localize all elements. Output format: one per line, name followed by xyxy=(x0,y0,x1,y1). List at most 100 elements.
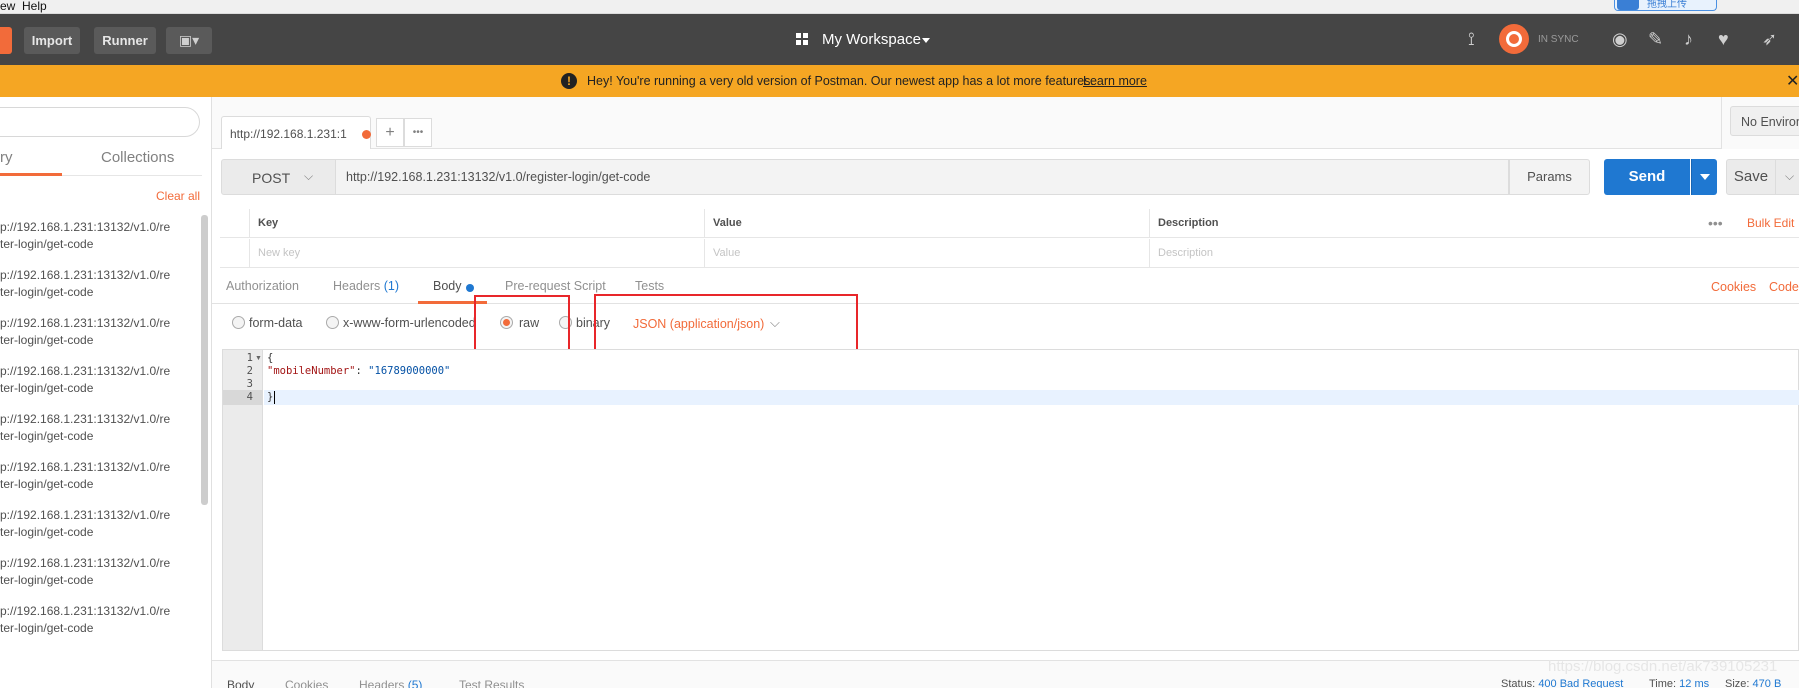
more-options-icon[interactable]: ••• xyxy=(1708,215,1723,231)
environment-select[interactable]: No Environment ⌵ xyxy=(1730,106,1799,136)
caret-down-icon xyxy=(1700,174,1710,180)
history-item[interactable]: p://192.168.1.231:13132/v1.0/re ter-login… xyxy=(0,411,198,457)
heart-icon[interactable]: ♥ xyxy=(1718,28,1729,50)
fold-arrow-icon[interactable]: ▼ xyxy=(255,355,262,362)
line-number: 4 xyxy=(246,391,253,403)
close-icon[interactable]: ✕ xyxy=(1786,71,1799,91)
environment-bar: No Environment ⌵ ◉ ⚙ xyxy=(1721,97,1799,149)
new-description-input[interactable]: Description xyxy=(1149,239,1549,268)
tab-divider xyxy=(62,175,202,176)
workspace-label: My Workspace xyxy=(822,31,921,48)
send-dropdown-button[interactable] xyxy=(1691,159,1717,195)
tab-collections[interactable]: Collections xyxy=(101,149,174,166)
code-link[interactable]: Code xyxy=(1769,280,1799,294)
history-item[interactable]: p://192.168.1.231:13132/v1.0/re ter-login… xyxy=(0,555,198,601)
form-data-radio[interactable] xyxy=(232,316,245,329)
satellite-icon[interactable]: ⟟ xyxy=(1468,28,1475,50)
params-table: Key Value Description ••• Bulk Edit New … xyxy=(212,209,1799,269)
size-readout: Size: 470 B xyxy=(1725,678,1782,688)
headers-count: (1) xyxy=(383,279,400,293)
tab-body[interactable]: Body xyxy=(433,279,462,293)
save-dropdown-button[interactable]: ⌵ xyxy=(1776,159,1799,195)
update-banner: ! Hey! You're running a very old version… xyxy=(0,65,1799,97)
response-headers-count: (5) xyxy=(407,678,423,688)
method-select[interactable]: POST ⌵ xyxy=(221,159,336,195)
new-window-button[interactable]: ▣▾ xyxy=(166,27,212,54)
tab-authorization[interactable]: Authorization xyxy=(226,279,299,293)
new-button[interactable] xyxy=(0,27,12,54)
chevron-down-icon: ⌵ xyxy=(1785,169,1795,183)
menu-view[interactable]: ew xyxy=(0,0,15,13)
form-data-label: form-data xyxy=(249,316,303,330)
environment-selected: No Environment xyxy=(1741,115,1799,129)
params-button[interactable]: Params xyxy=(1509,159,1590,195)
send-button[interactable]: Send xyxy=(1604,159,1690,195)
tab-pre-request-script[interactable]: Pre-request Script xyxy=(505,279,606,293)
postman-window: ew Help 拖拽上传 Import Runner ▣▾ My Workspa… xyxy=(0,0,1799,688)
warning-icon: ! xyxy=(561,73,577,89)
bell-icon[interactable]: ♪ xyxy=(1684,28,1693,50)
body-type-options: form-data x-www-form-urlencoded raw bina… xyxy=(212,294,1799,376)
highlight-box-raw xyxy=(474,295,570,352)
history-item[interactable]: p://192.168.1.231:13132/v1.0/re ter-login… xyxy=(0,603,198,649)
urlencoded-label: x-www-form-urlencoded xyxy=(343,316,476,330)
unsaved-dot-icon xyxy=(362,130,371,139)
history-item[interactable]: p://192.168.1.231:13132/v1.0/re ter-login… xyxy=(0,363,198,409)
add-tab-button[interactable]: + xyxy=(376,118,404,147)
tab-headers[interactable]: Headers (1) xyxy=(333,279,399,293)
sync-icon[interactable] xyxy=(1499,24,1529,54)
new-value-input[interactable]: Value xyxy=(704,239,1149,268)
response-tab-headers[interactable]: Headers (5) xyxy=(359,678,422,688)
sidebar-scrollbar[interactable] xyxy=(201,215,208,505)
text-cursor xyxy=(274,391,275,404)
request-tab-label: http://192.168.1.231:1 xyxy=(230,127,347,141)
interceptor-icon[interactable]: ◉ xyxy=(1612,28,1628,50)
history-item[interactable]: p://192.168.1.231:13132/v1.0/re ter-login… xyxy=(0,267,198,313)
upload-widget[interactable]: 拖拽上传 xyxy=(1614,0,1717,11)
status-value: 400 Bad Request xyxy=(1538,678,1624,688)
banner-message: Hey! You're running a very old version o… xyxy=(587,74,1094,88)
response-tab-cookies[interactable]: Cookies xyxy=(285,678,328,688)
menu-help[interactable]: Help xyxy=(22,0,47,13)
code-line: { xyxy=(267,352,274,364)
request-line: POST ⌵ http://192.168.1.231:13132/v1.0/r… xyxy=(212,149,1799,205)
save-button[interactable]: Save xyxy=(1726,159,1776,195)
cloud-icon xyxy=(1617,0,1639,10)
response-tab-test-results[interactable]: Test Results xyxy=(459,678,524,688)
wrench-icon[interactable]: ✎ xyxy=(1648,28,1663,50)
urlencoded-radio[interactable] xyxy=(326,316,339,329)
clear-all-link[interactable]: Clear all xyxy=(156,189,200,203)
cookies-link[interactable]: Cookies xyxy=(1711,280,1756,294)
params-header-row: Key Value Description ••• Bulk Edit xyxy=(220,209,1799,238)
sidebar-search-input[interactable] xyxy=(0,107,200,137)
rocket-icon[interactable]: ➶ xyxy=(1762,28,1777,50)
sync-status: IN SYNC xyxy=(1538,34,1579,45)
code-line: "mobileNumber": "16789000000" xyxy=(267,365,451,377)
learn-more-link[interactable]: Learn more xyxy=(1083,74,1147,88)
value-column-header: Value xyxy=(704,209,1149,238)
bulk-edit-link[interactable]: Bulk Edit xyxy=(1747,216,1794,230)
tab-options-button[interactable]: ••• xyxy=(404,118,432,147)
new-key-input[interactable]: New key xyxy=(249,239,704,268)
history-item[interactable]: p://192.168.1.231:13132/v1.0/re ter-login… xyxy=(0,315,198,361)
url-input[interactable]: http://192.168.1.231:13132/v1.0/register… xyxy=(336,159,1509,195)
tab-tests[interactable]: Tests xyxy=(635,279,664,293)
runner-button[interactable]: Runner xyxy=(94,27,156,54)
size-value: 470 B xyxy=(1752,678,1782,688)
caret-down-icon xyxy=(922,38,930,43)
history-item[interactable]: p://192.168.1.231:13132/v1.0/re ter-login… xyxy=(0,219,198,265)
import-button[interactable]: Import xyxy=(24,27,80,54)
code-line: } xyxy=(267,391,274,403)
response-tab-body[interactable]: Body xyxy=(227,678,254,688)
request-tab[interactable]: http://192.168.1.231:1 xyxy=(221,116,371,149)
watermark: https://blog.csdn.net/ak739105231 xyxy=(1548,658,1778,675)
history-item[interactable]: p://192.168.1.231:13132/v1.0/re ter-login… xyxy=(0,459,198,505)
history-tab-indicator xyxy=(0,173,62,176)
url-value: http://192.168.1.231:13132/v1.0/register… xyxy=(346,170,651,184)
chevron-down-icon: ⌵ xyxy=(304,169,314,183)
status-readout: Status: 400 Bad Request xyxy=(1501,678,1624,688)
body-editor[interactable]: 1 ▼ 2 3 4 { "mobileNumber": "16789000000… xyxy=(222,349,1799,651)
tab-history[interactable]: ry xyxy=(0,149,13,166)
grid-icon xyxy=(796,33,809,46)
history-item[interactable]: p://192.168.1.231:13132/v1.0/re ter-login… xyxy=(0,507,198,553)
